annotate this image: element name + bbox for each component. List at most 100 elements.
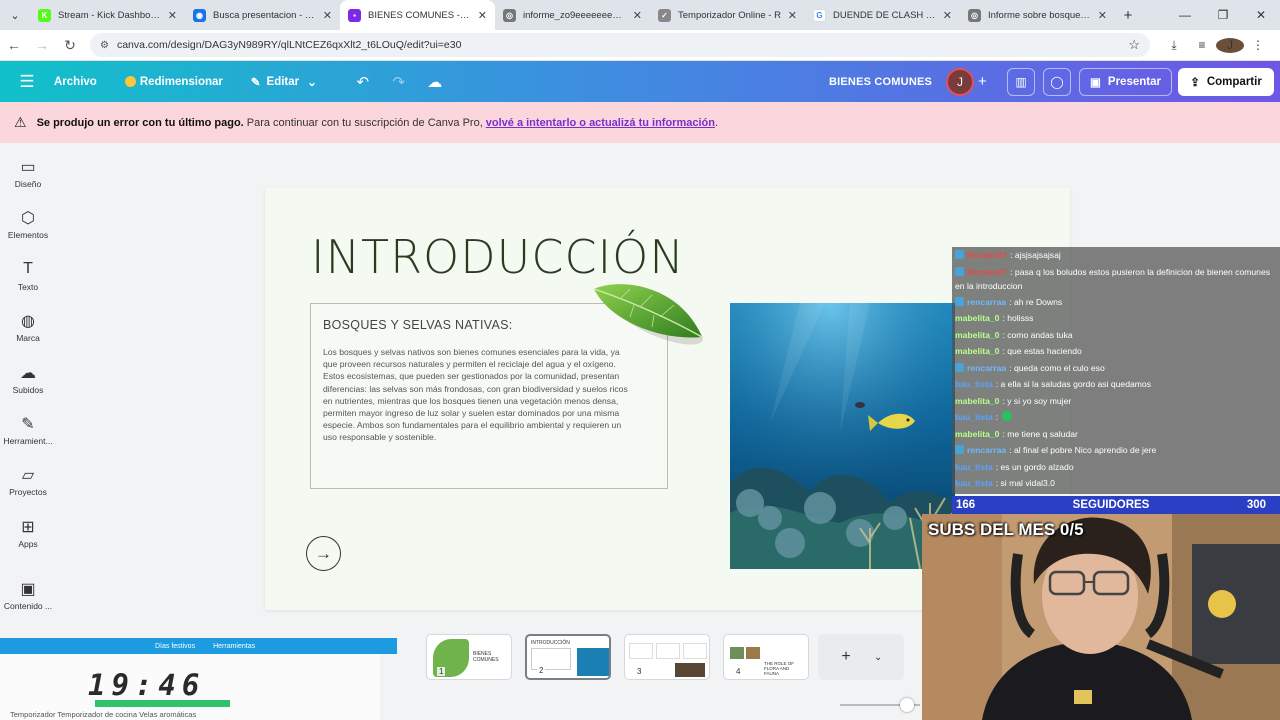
sidebar-item-9[interactable]: ▣ Contenido ... bbox=[0, 579, 56, 611]
chat-username[interactable]: bau_tista bbox=[955, 478, 993, 488]
chat-username[interactable]: Nicolas07 bbox=[967, 250, 1007, 260]
chat-username[interactable]: bau_tista bbox=[955, 379, 993, 389]
chevron-down-icon: ⌄ bbox=[307, 76, 317, 89]
tab-title: Temporizador Online - R bbox=[678, 9, 781, 21]
tab-close-icon[interactable]: ✕ bbox=[788, 9, 797, 22]
undo-icon[interactable]: ↶ bbox=[345, 73, 381, 91]
browser-menu-icon[interactable]: ⋮ bbox=[1244, 38, 1272, 52]
browser-tab[interactable]: ◎ Informe sobre bosques y ✕ bbox=[960, 0, 1115, 30]
browser-tab[interactable]: ▪ BIENES COMUNES - Pres ✕ bbox=[340, 0, 495, 30]
site-info-icon[interactable]: ⚙ bbox=[100, 40, 109, 51]
insights-chart-icon[interactable]: ▥ bbox=[1007, 68, 1035, 96]
leaf-image[interactable] bbox=[590, 281, 710, 351]
browser-tab[interactable]: ✓ Temporizador Online - R ✕ bbox=[650, 0, 805, 30]
profile-button[interactable]: J bbox=[1216, 37, 1244, 53]
browser-tab[interactable]: K Stream - Kick Dashboard ✕ bbox=[30, 0, 185, 30]
tab-search-icon[interactable]: ⌄ bbox=[0, 0, 30, 30]
page-thumbnail-2[interactable]: INTRODUCCIÓN 2 bbox=[525, 634, 611, 680]
chat-username[interactable]: mabelita_0 bbox=[955, 330, 999, 340]
editar-button[interactable]: ✎ Editar ⌄ bbox=[251, 75, 317, 89]
chevron-down-icon[interactable]: ⌄ bbox=[874, 652, 882, 663]
sidebar-item-1[interactable]: ▭ Diseño bbox=[0, 157, 56, 189]
tab-close-icon[interactable]: ✕ bbox=[943, 9, 952, 22]
sidebar-item-label: Diseño bbox=[14, 179, 42, 189]
crown-icon bbox=[124, 76, 136, 87]
zoom-slider-knob[interactable] bbox=[900, 698, 914, 712]
pencil-icon: ✎ bbox=[250, 76, 261, 89]
chat-text: : ah re Downs bbox=[1009, 296, 1063, 307]
tab-close-icon[interactable]: ✕ bbox=[1098, 9, 1107, 22]
presentar-button[interactable]: ▣ Presentar bbox=[1079, 68, 1172, 96]
chat-username[interactable]: rencarraa bbox=[967, 445, 1006, 455]
new-tab-button[interactable]: + bbox=[1115, 7, 1141, 24]
close-window-icon[interactable]: ✕ bbox=[1242, 0, 1280, 30]
chat-message: mabelita_0: como andas tuka bbox=[952, 327, 1280, 344]
tab-close-icon[interactable]: ✕ bbox=[633, 9, 642, 22]
chat-username[interactable]: bau_tista bbox=[955, 462, 993, 472]
sidebar-item-4[interactable]: ◍ Marca bbox=[0, 311, 56, 343]
chat-username[interactable]: mabelita_0 bbox=[955, 346, 999, 356]
forward-icon[interactable]: → bbox=[28, 37, 56, 53]
chat-message: Nicolas07: ajsjsajsajsaj bbox=[952, 247, 1280, 264]
chat-username[interactable]: mabelita_0 bbox=[955, 429, 999, 439]
page-thumbnail-1[interactable]: BIENES COMUNES 1 bbox=[426, 634, 512, 680]
chat-message: bau_tista: si mal vidal3.0 bbox=[952, 475, 1280, 492]
chat-username[interactable]: bau_tista bbox=[955, 412, 993, 422]
comment-icon[interactable]: ◯ bbox=[1043, 68, 1071, 96]
chat-username[interactable]: mabelita_0 bbox=[955, 396, 999, 406]
browser-tab[interactable]: ◉ Busca presentacion - Ca ✕ bbox=[185, 0, 340, 30]
menu-hamburger-icon[interactable]: ☰ bbox=[0, 72, 54, 92]
chat-emote-icon bbox=[1002, 411, 1013, 421]
sidebar-item-label: Texto bbox=[17, 282, 39, 292]
chat-username[interactable]: rencarraa bbox=[967, 297, 1006, 307]
retry-payment-link[interactable]: volvé a intentarlo o actualizá tu inform… bbox=[486, 117, 715, 129]
timer-menu-herramientas[interactable]: Herramientas bbox=[213, 643, 255, 650]
redimensionar-button[interactable]: Redimensionar bbox=[124, 76, 223, 88]
chat-username[interactable]: Nicolas07 bbox=[967, 267, 1007, 277]
sidebar-item-3[interactable]: T Texto bbox=[0, 260, 56, 292]
sidebar-item-6[interactable]: ✎ Herramient... bbox=[0, 414, 56, 446]
page-thumbnail-4[interactable]: THE ROLE OF FLORA AND FAUNA 4 bbox=[723, 634, 809, 680]
slide-title[interactable]: INTRODUCCIÓN bbox=[311, 230, 685, 284]
page-thumbnail-3[interactable]: 3 bbox=[624, 634, 710, 680]
archivo-label: Archivo bbox=[54, 75, 97, 88]
timer-start-bar[interactable] bbox=[95, 700, 230, 707]
box-body[interactable]: Los bosques y selvas nativos son bienes … bbox=[323, 346, 633, 444]
sidebar-item-5[interactable]: ☁ Subidos bbox=[0, 363, 56, 395]
compartir-button[interactable]: ⇪ Compartir bbox=[1178, 68, 1274, 96]
tools-icon: ✎ bbox=[21, 416, 35, 433]
tab-close-icon[interactable]: ✕ bbox=[478, 9, 487, 22]
add-page-button[interactable]: + ⌄ bbox=[818, 634, 904, 680]
media-control-icon[interactable]: ≡ bbox=[1188, 38, 1216, 52]
box-heading[interactable]: BOSQUES Y SELVAS NATIVAS: bbox=[323, 318, 513, 332]
minimize-icon[interactable]: — bbox=[1166, 0, 1204, 30]
tab-close-icon[interactable]: ✕ bbox=[168, 9, 177, 22]
redo-icon[interactable]: ↷ bbox=[381, 73, 417, 91]
back-icon[interactable]: ← bbox=[0, 37, 28, 53]
sidebar-item-7[interactable]: ▱ Proyectos bbox=[0, 465, 56, 497]
add-collaborator-icon[interactable]: + bbox=[978, 73, 987, 90]
chat-message: rencarraa: al final el pobre Nico aprend… bbox=[952, 442, 1280, 459]
url-field[interactable]: ⚙ canva.com/design/DAG3yN989RY/qlLNtCEZ6… bbox=[90, 33, 1150, 57]
tab-close-icon[interactable]: ✕ bbox=[323, 9, 332, 22]
next-arrow-icon[interactable]: → bbox=[306, 536, 341, 571]
address-bar: ← → ↻ ⚙ canva.com/design/DAG3yN989RY/qlL… bbox=[0, 30, 1280, 61]
browser-tab[interactable]: ◎ informe_zo9eeeeeeeeee ✕ bbox=[495, 0, 650, 30]
reload-icon[interactable]: ↻ bbox=[56, 37, 84, 54]
sidebar-item-8[interactable]: ⊞ Apps bbox=[0, 517, 56, 549]
restore-icon[interactable]: ❐ bbox=[1204, 0, 1242, 30]
collaborator-avatar[interactable]: J bbox=[946, 68, 974, 96]
design-title[interactable]: BIENES COMUNES bbox=[829, 76, 932, 88]
sidebar-item-2[interactable]: ⬡ Elementos bbox=[0, 208, 56, 240]
chat-username[interactable]: rencarraa bbox=[967, 363, 1006, 373]
chat-username[interactable]: mabelita_0 bbox=[955, 313, 999, 323]
archivo-button[interactable]: Archivo bbox=[54, 76, 97, 88]
browser-tab[interactable]: G DUENDE DE CLASH ROYA ✕ bbox=[805, 0, 960, 30]
cloud-saved-icon[interactable]: ☁ bbox=[417, 73, 453, 91]
warning-triangle-icon: ⚠ bbox=[14, 114, 27, 130]
bookmark-star-icon[interactable]: ☆ bbox=[1128, 37, 1140, 53]
timer-links[interactable]: Temporizador Temporizador de cocina Vela… bbox=[10, 710, 196, 719]
timer-menu-festivos[interactable]: Días festivos bbox=[155, 643, 195, 650]
chat-badge-icon bbox=[955, 296, 964, 306]
download-icon[interactable]: ⤓ bbox=[1160, 38, 1188, 53]
